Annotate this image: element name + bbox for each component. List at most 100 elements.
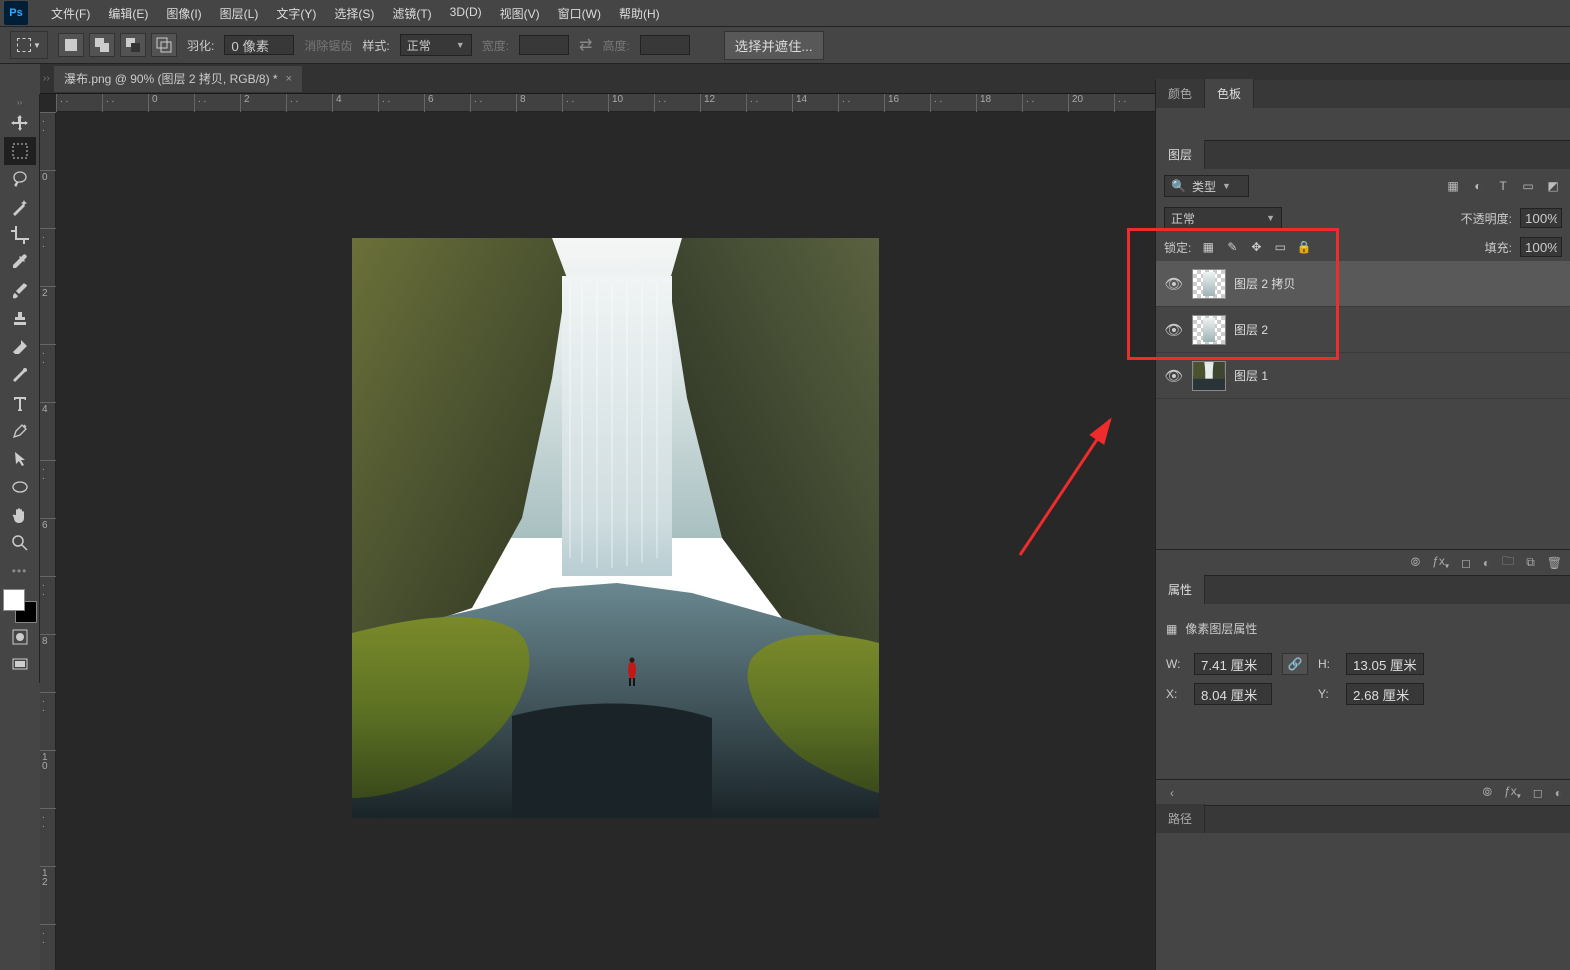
fill-input[interactable] [1520, 237, 1562, 257]
quickmask-tool[interactable] [4, 623, 36, 651]
group-icon[interactable]: 🗀 [1502, 552, 1514, 573]
adjust-icon[interactable]: ◐ [1555, 786, 1562, 800]
lasso-tool[interactable] [4, 165, 36, 193]
lock-artboard-icon[interactable]: ▭ [1271, 238, 1289, 256]
filter-adjust-icon[interactable]: ◐ [1469, 177, 1487, 195]
tab-layers[interactable]: 图层 [1156, 140, 1205, 169]
layer-fx-icon[interactable]: ƒx▾ [1432, 554, 1449, 570]
color-panel-tabs: 颜色 色板 [1156, 80, 1570, 108]
color-swatches[interactable] [3, 589, 37, 623]
layer-thumbnail[interactable] [1192, 315, 1226, 345]
search-icon: 🔍 [1171, 179, 1186, 193]
marquee-tool[interactable] [4, 137, 36, 165]
hand-tool[interactable] [4, 501, 36, 529]
fx-icon[interactable]: ƒx▾ [1504, 784, 1521, 800]
visibility-icon[interactable]: 👁 [1156, 367, 1192, 385]
gradient-tool[interactable] [4, 361, 36, 389]
filter-shape-icon[interactable]: ▭ [1519, 177, 1537, 195]
layer-filter-select[interactable]: 🔍 类型 ▼ [1164, 175, 1249, 197]
crop-tool[interactable] [4, 221, 36, 249]
menu-layer[interactable]: 图层(L) [211, 1, 268, 26]
tab-grip-icon[interactable]: ›› [40, 73, 54, 84]
ruler-vertical[interactable]: . .0. .2. .4. .6. .8. .10. .12. .14. .16… [40, 112, 56, 970]
layer-name[interactable]: 图层 1 [1234, 367, 1268, 384]
document-tab[interactable]: 瀑布.png @ 90% (图层 2 拷贝, RGB/8) * × [54, 66, 302, 92]
selection-add-icon[interactable] [89, 33, 115, 57]
new-layer-icon[interactable]: ⧉ [1526, 555, 1535, 570]
eraser-tool[interactable] [4, 333, 36, 361]
document-canvas[interactable] [352, 238, 879, 818]
canvas-pasteboard[interactable] [56, 112, 1155, 970]
select-and-mask-button[interactable]: 选择并遮住... [724, 31, 824, 60]
layer-mask-icon[interactable]: ◻ [1461, 556, 1471, 570]
canvas-area: . .. .0. .2. .4. .6. .8. .10. .12. .14. … [40, 94, 1155, 970]
screenmode-tool[interactable] [4, 651, 36, 679]
prev-icon[interactable]: ‹ [1170, 786, 1174, 800]
layer-row[interactable]: 👁 图层 2 拷贝 [1156, 261, 1570, 307]
layer-row[interactable]: 👁 图层 1 [1156, 353, 1570, 399]
menu-view[interactable]: 视图(V) [491, 1, 549, 26]
menu-filter[interactable]: 滤镜(T) [383, 1, 440, 26]
eyedropper-tool[interactable] [4, 249, 36, 277]
tab-paths[interactable]: 路径 [1156, 804, 1205, 833]
lock-pixels-icon[interactable]: ✎ [1223, 238, 1241, 256]
current-tool-indicator[interactable]: ▼ [10, 31, 48, 59]
lock-transparent-icon[interactable]: ▦ [1199, 238, 1217, 256]
y-input[interactable] [1346, 683, 1424, 705]
layer-thumbnail[interactable] [1192, 361, 1226, 391]
close-icon[interactable]: × [286, 73, 292, 85]
adjustment-layer-icon[interactable]: ◐ [1483, 556, 1490, 570]
menu-help[interactable]: 帮助(H) [610, 1, 669, 26]
tab-color[interactable]: 颜色 [1156, 79, 1205, 108]
filter-type-icon[interactable]: T [1494, 177, 1512, 195]
foreground-color-swatch[interactable] [3, 589, 25, 611]
zoom-tool[interactable] [4, 529, 36, 557]
selection-intersect-icon[interactable] [151, 33, 177, 57]
magic-wand-tool[interactable] [4, 193, 36, 221]
layer-row[interactable]: 👁 图层 2 [1156, 307, 1570, 353]
menu-window[interactable]: 窗口(W) [549, 1, 610, 26]
feather-input[interactable] [224, 35, 294, 55]
opacity-input[interactable] [1520, 208, 1562, 228]
path-select-tool[interactable] [4, 445, 36, 473]
lock-position-icon[interactable]: ✥ [1247, 238, 1265, 256]
style-select[interactable]: 正常▼ [400, 34, 472, 56]
menu-select[interactable]: 选择(S) [325, 1, 383, 26]
visibility-icon[interactable]: 👁 [1156, 275, 1192, 293]
menu-file[interactable]: 文件(F) [42, 1, 99, 26]
more-tools[interactable]: ••• [4, 557, 36, 585]
trash-icon[interactable]: 🗑 [1547, 556, 1562, 570]
menu-type[interactable]: 文字(Y) [267, 1, 325, 26]
brush-tool[interactable] [4, 277, 36, 305]
lock-all-icon[interactable]: 🔒 [1295, 238, 1313, 256]
swap-icon[interactable]: ⇄ [579, 35, 592, 55]
move-tool[interactable] [4, 109, 36, 137]
visibility-icon[interactable]: 👁 [1156, 321, 1192, 339]
mask-icon[interactable]: ◻ [1533, 786, 1543, 800]
filter-pixel-icon[interactable]: ▦ [1444, 177, 1462, 195]
type-tool[interactable] [4, 389, 36, 417]
stamp-tool[interactable] [4, 305, 36, 333]
x-input[interactable] [1194, 683, 1272, 705]
height-input[interactable] [1346, 653, 1424, 675]
link-icon[interactable]: ⦾ [1482, 785, 1492, 800]
menu-3d[interactable]: 3D(D) [441, 1, 491, 26]
layer-name[interactable]: 图层 2 [1234, 321, 1268, 338]
pen-tool[interactable] [4, 417, 36, 445]
selection-subtract-icon[interactable] [120, 33, 146, 57]
layer-name[interactable]: 图层 2 拷贝 [1234, 275, 1295, 292]
menu-image[interactable]: 图像(I) [157, 1, 210, 26]
menu-edit[interactable]: 编辑(E) [99, 1, 157, 26]
link-wh-icon[interactable]: 🔗 [1282, 653, 1308, 675]
width-input[interactable] [1194, 653, 1272, 675]
ruler-horizontal[interactable]: . .. .0. .2. .4. .6. .8. .10. .12. .14. … [56, 94, 1155, 112]
tab-swatches[interactable]: 色板 [1205, 79, 1254, 108]
layer-thumbnail[interactable] [1192, 269, 1226, 299]
filter-smart-icon[interactable]: ◩ [1544, 177, 1562, 195]
link-layers-icon[interactable]: ⦾ [1411, 555, 1421, 570]
toolbox-grip-icon[interactable]: ›› [17, 98, 22, 107]
shape-tool[interactable] [4, 473, 36, 501]
selection-new-icon[interactable] [58, 33, 84, 57]
blend-mode-select[interactable]: 正常▼ [1164, 207, 1282, 229]
tab-properties[interactable]: 属性 [1156, 575, 1205, 604]
